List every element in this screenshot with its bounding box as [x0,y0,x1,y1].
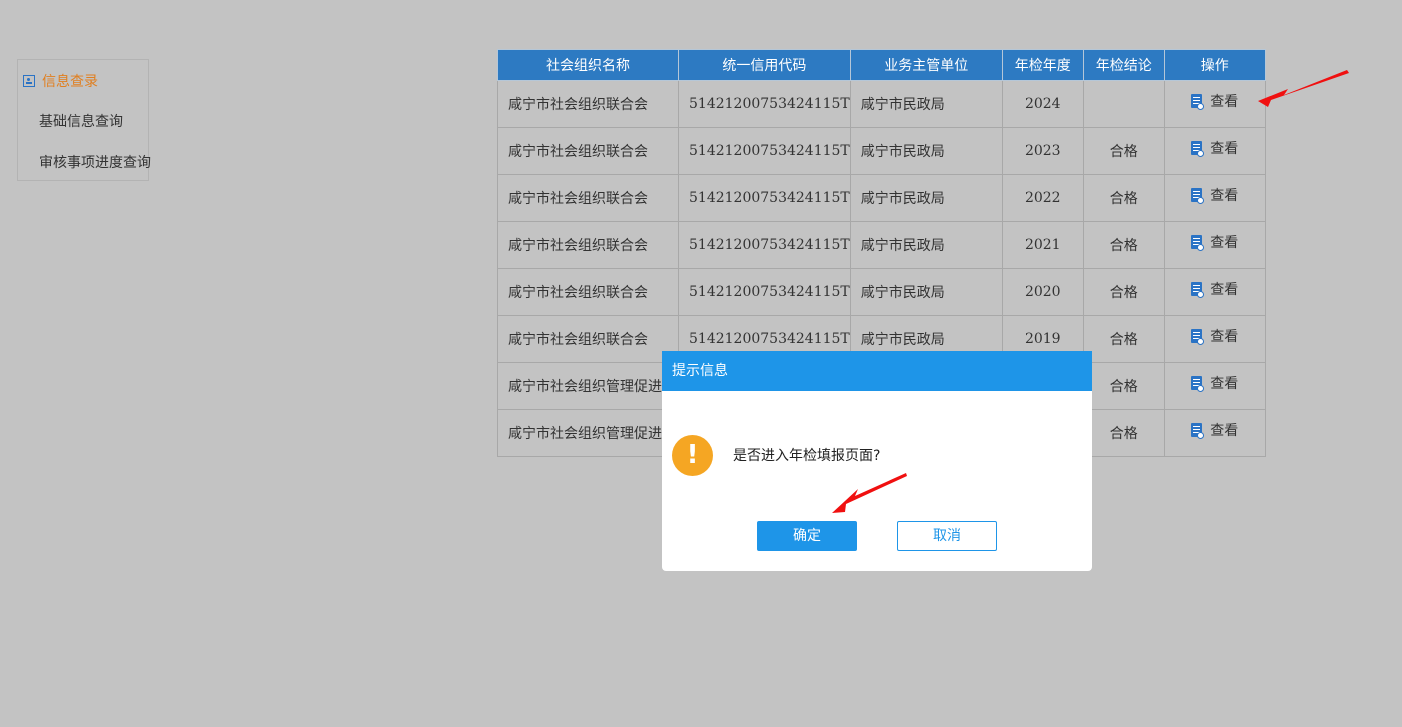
cell-result: 合格 [1082,127,1165,175]
document-icon [1191,328,1205,345]
view-link[interactable]: 查看 [1191,91,1238,111]
cell-result: 合格 [1082,409,1165,457]
document-icon [1191,234,1205,251]
table-row: 咸宁市社会组织联合会 51421200753424115T 咸宁市民政局 2021 合格… [497,221,1266,269]
view-link-label: 查看 [1210,140,1239,157]
sidebar-item-review-progress-query[interactable]: 审核事项进度查询 [39,152,151,172]
cancel-button[interactable]: 取消 [897,521,997,551]
table-row: 咸宁市社会组织联合会 51421200753424115T 咸宁市民政局 2023 合格… [497,127,1266,175]
cell-credit-code: 51421200753424115T [678,221,851,269]
col-header-credit-code: 统一信用代码 [678,49,851,81]
table-row: 咸宁市社会组织联合会 51421200753424115T 咸宁市民政局 2024 查看 [497,80,1266,128]
cell-result: 合格 [1082,221,1165,269]
cell-result: 合格 [1082,174,1165,222]
cell-supervisor: 咸宁市民政局 [849,80,1003,128]
document-icon [1191,93,1205,110]
cell-action: 查看 [1163,221,1266,269]
cell-result [1082,80,1165,128]
arrow-to-view-link [1258,70,1349,107]
cell-result: 合格 [1082,315,1165,363]
document-icon [1191,140,1205,157]
cell-action: 查看 [1163,127,1266,175]
cell-year: 2023 [1001,127,1084,175]
view-link[interactable]: 查看 [1191,373,1238,393]
col-header-supervisor: 业务主管单位 [849,49,1003,81]
cell-supervisor: 咸宁市民政局 [849,221,1003,269]
view-link-label: 查看 [1210,422,1239,439]
table-row: 咸宁市社会组织联合会 51421200753424115T 咸宁市民政局 2020 合格… [497,268,1266,316]
cell-supervisor: 咸宁市民政局 [849,174,1003,222]
document-icon [1191,281,1205,298]
view-link[interactable]: 查看 [1191,232,1238,252]
cell-action: 查看 [1163,362,1266,410]
cell-credit-code: 51421200753424115T [678,80,851,128]
cell-credit-code: 51421200753424115T [678,127,851,175]
cell-year: 2024 [1001,80,1084,128]
document-icon [1191,422,1205,439]
warning-icon: ! [672,435,713,476]
cell-org-name: 咸宁市社会组织联合会 [497,315,679,363]
cell-result: 合格 [1082,362,1165,410]
cell-action: 查看 [1163,268,1266,316]
cell-action: 查看 [1163,80,1266,128]
cell-action: 查看 [1163,315,1266,363]
view-link[interactable]: 查看 [1191,326,1238,346]
col-header-year: 年检年度 [1001,49,1084,81]
cell-credit-code: 51421200753424115T [678,268,851,316]
cell-supervisor: 咸宁市民政局 [849,268,1003,316]
cell-org-name: 咸宁市社会组织联合会 [497,221,679,269]
cell-org-name: 咸宁市社会组织联合会 [497,127,679,175]
table-header-row: 社会组织名称 统一信用代码 业务主管单位 年检年度 年检结论 操作 [497,49,1266,81]
sidebar-item-basic-info-query[interactable]: 基础信息查询 [39,111,123,131]
col-header-result: 年检结论 [1082,49,1165,81]
document-icon [1191,375,1205,392]
view-link-label: 查看 [1210,328,1239,345]
document-icon [1191,187,1205,204]
cell-year: 2020 [1001,268,1084,316]
view-link-label: 查看 [1210,187,1239,204]
col-header-org-name: 社会组织名称 [497,49,679,81]
view-link[interactable]: 查看 [1191,420,1238,440]
dialog-title: 提示信息 [662,351,1092,391]
view-link-label: 查看 [1210,375,1239,392]
sidebar-header-label: 信息查录 [42,74,98,90]
cell-credit-code: 51421200753424115T [678,174,851,222]
user-card-icon [23,75,35,87]
sidebar-header[interactable]: 信息查录 [23,71,98,91]
cell-year: 2022 [1001,174,1084,222]
view-link-label: 查看 [1210,93,1239,110]
confirm-button[interactable]: 确定 [757,521,857,551]
col-header-action: 操作 [1163,49,1266,81]
cell-org-name: 咸宁市社会组织联合会 [497,80,679,128]
cell-action: 查看 [1163,409,1266,457]
confirm-dialog: 提示信息 ! 是否进入年检填报页面? 确定 取消 [662,351,1092,571]
sidebar: 信息查录 基础信息查询 审核事项进度查询 [17,59,151,181]
cell-year: 2021 [1001,221,1084,269]
cell-result: 合格 [1082,268,1165,316]
cell-action: 查看 [1163,174,1266,222]
table-row: 咸宁市社会组织联合会 51421200753424115T 咸宁市民政局 2022 合格… [497,174,1266,222]
cell-supervisor: 咸宁市民政局 [849,127,1003,175]
view-link-label: 查看 [1210,281,1239,298]
cell-org-name: 咸宁市社会组织联合会 [497,174,679,222]
cell-org-name: 咸宁市社会组织联合会 [497,268,679,316]
view-link[interactable]: 查看 [1191,185,1238,205]
view-link[interactable]: 查看 [1191,138,1238,158]
view-link-label: 查看 [1210,234,1239,251]
dialog-message: 是否进入年检填报页面? [733,448,881,464]
cell-org-name: 咸宁市社会组织管理促进 [497,409,679,457]
cell-org-name: 咸宁市社会组织管理促进 [497,362,679,410]
view-link[interactable]: 查看 [1191,279,1238,299]
